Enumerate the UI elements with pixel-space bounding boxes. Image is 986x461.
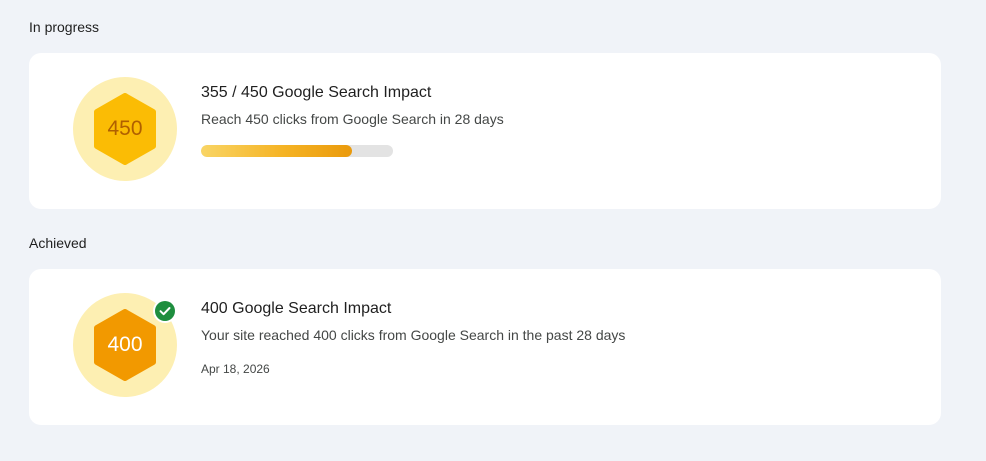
achievement-title: 400 Google Search Impact xyxy=(201,300,392,317)
achieved-heading: Achieved xyxy=(29,235,87,251)
badge-450: 450 xyxy=(73,77,177,181)
achieved-card[interactable]: 400 400 Google Search Impact Your site r… xyxy=(29,269,941,425)
progress-bar xyxy=(201,145,393,157)
progress-bar-fill xyxy=(201,145,353,157)
in-progress-card[interactable]: 450 355 / 450 Google Search Impact Reach… xyxy=(29,53,941,209)
check-circle-icon xyxy=(153,299,177,323)
badge-value: 450 xyxy=(107,117,143,140)
in-progress-heading: In progress xyxy=(29,19,100,35)
goal-description: Reach 450 clicks from Google Search in 2… xyxy=(201,111,504,127)
achievement-date: Apr 18, 2026 xyxy=(201,362,270,376)
goal-title: 355 / 450 Google Search Impact xyxy=(201,84,432,101)
achievement-description: Your site reached 400 clicks from Google… xyxy=(201,327,626,343)
